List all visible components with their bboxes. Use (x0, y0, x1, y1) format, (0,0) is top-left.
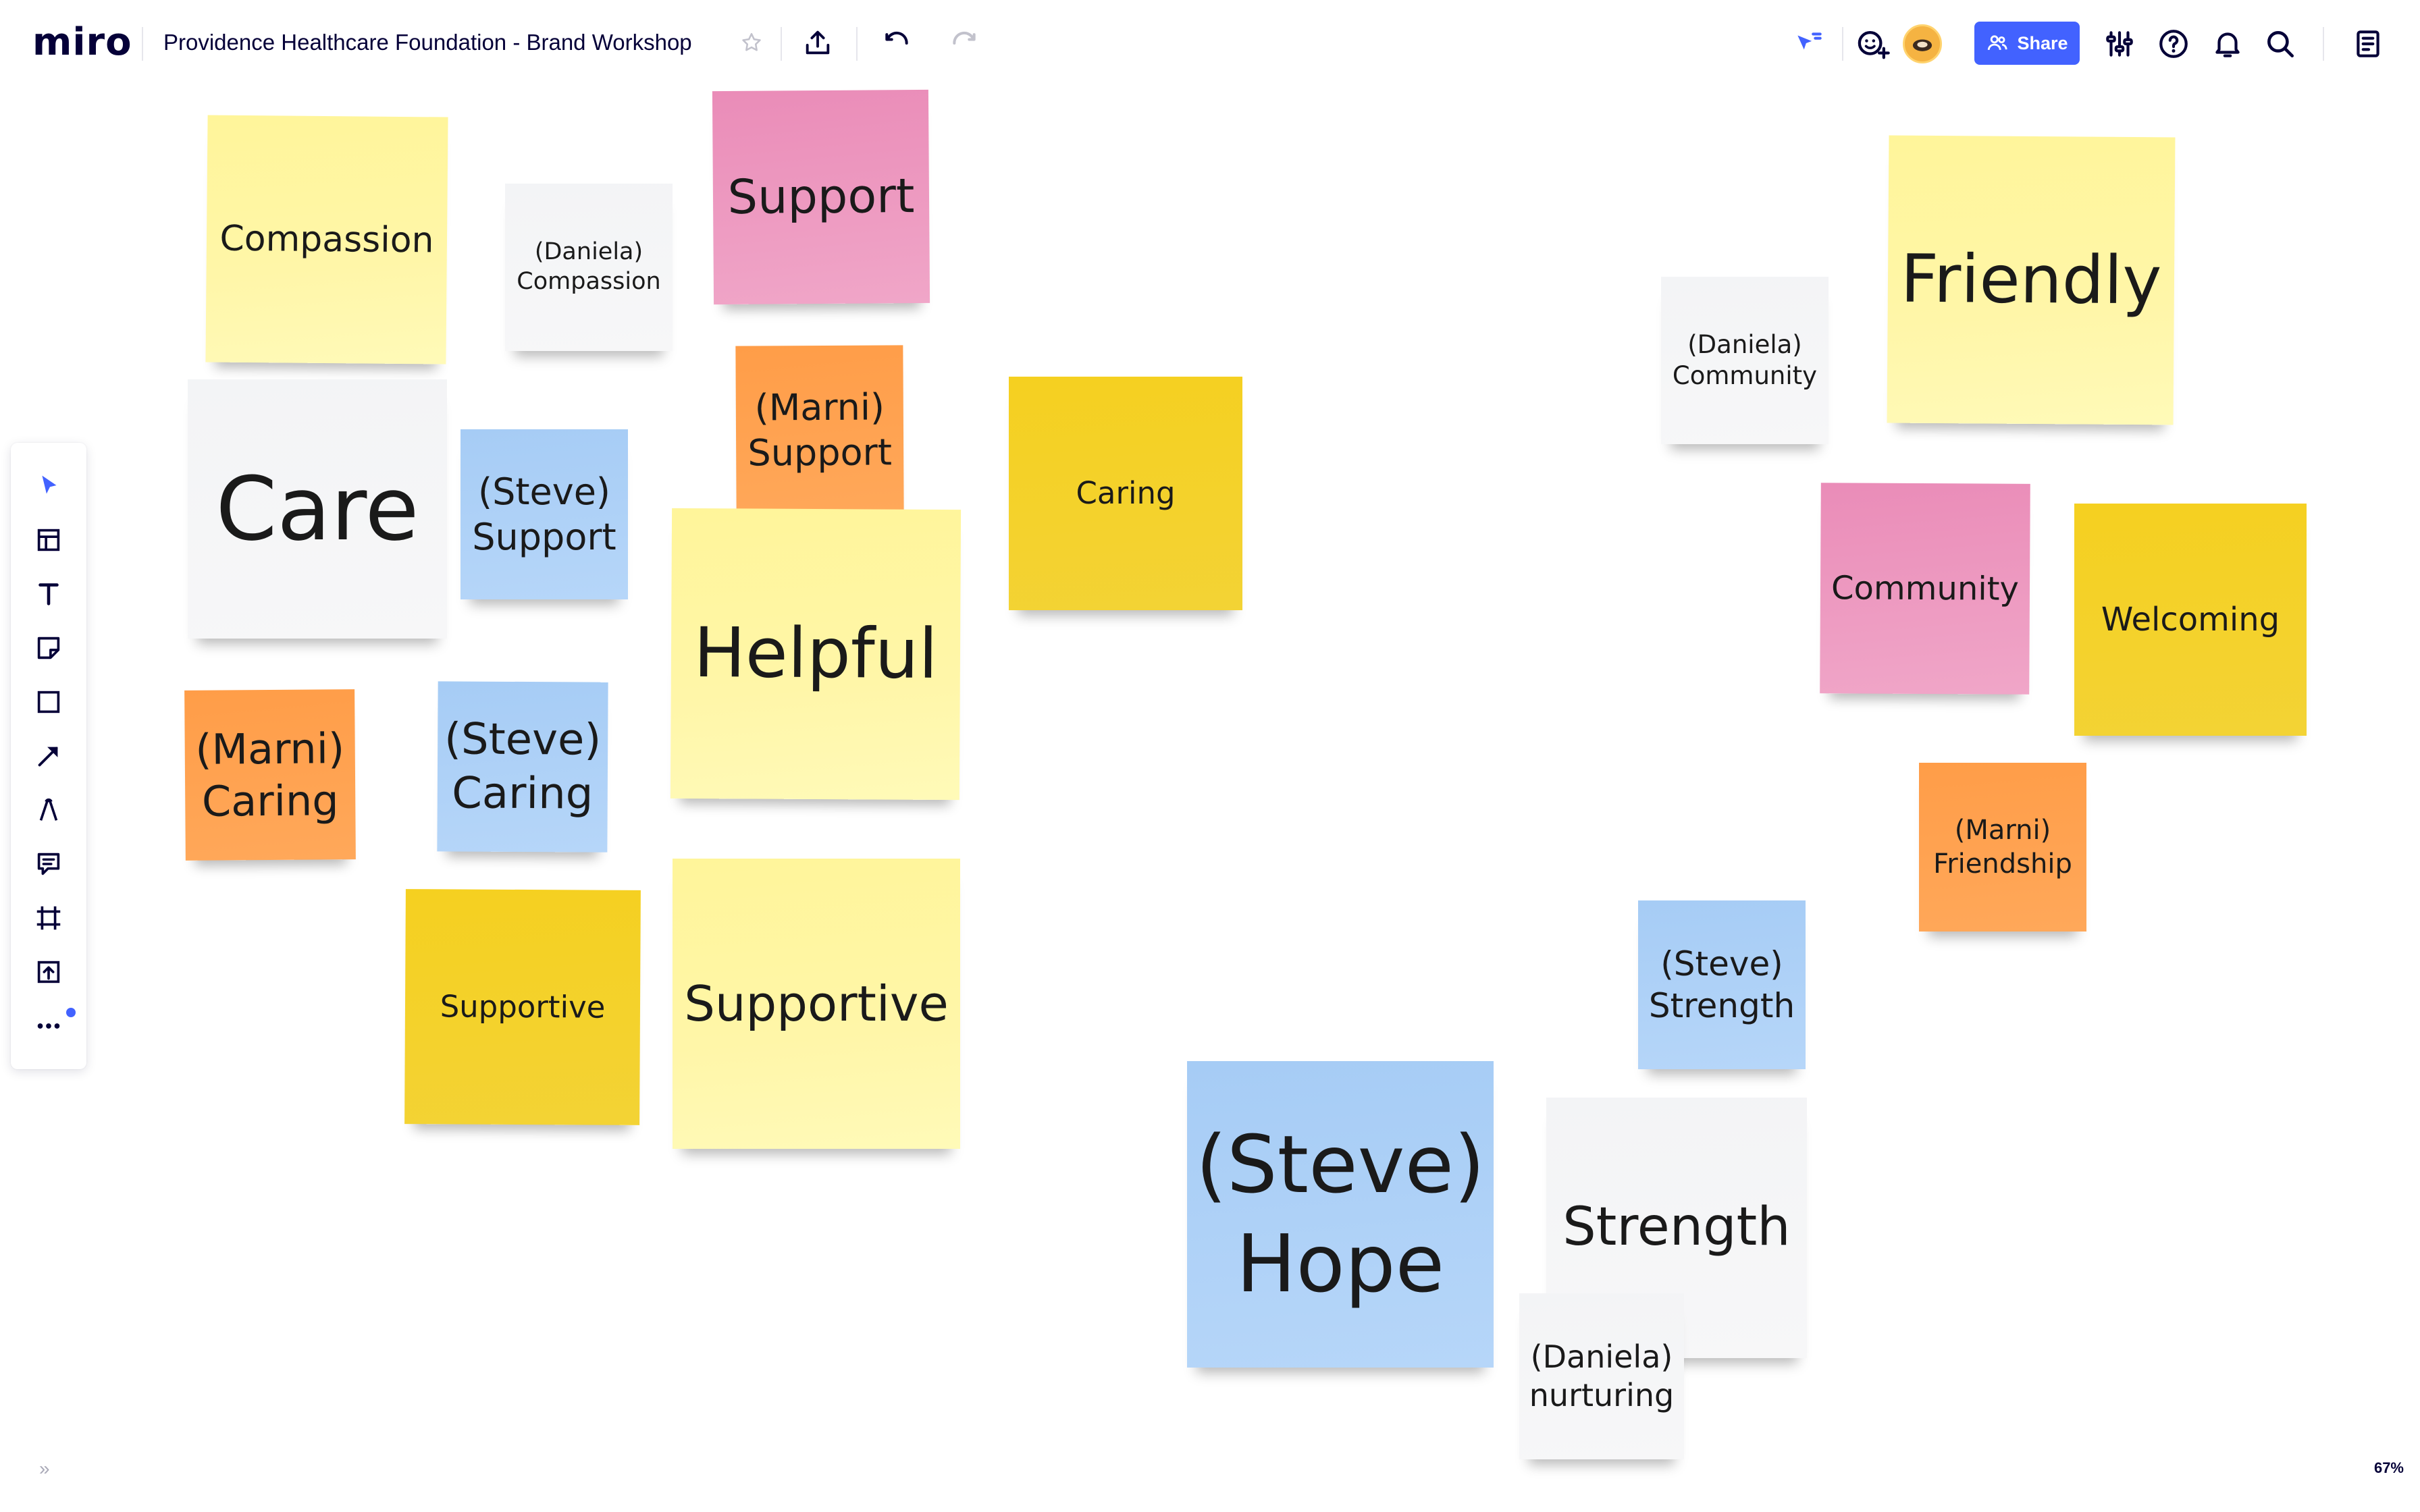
left-toolbar (11, 443, 86, 1069)
avatar[interactable] (1903, 24, 1942, 63)
sticky-note-welcoming[interactable]: Welcoming (2074, 504, 2307, 736)
cursor-follow-icon[interactable] (1792, 27, 1826, 61)
sticky-note-tool-icon[interactable] (32, 632, 65, 664)
sticky-note-compassion[interactable]: Compassion (205, 115, 448, 364)
select-tool-icon[interactable] (32, 470, 65, 502)
shape-tool-icon[interactable] (32, 686, 65, 718)
divider (2323, 27, 2324, 61)
share-button[interactable]: Share (1974, 22, 2080, 65)
sticky-note-supportive-light[interactable]: Supportive (673, 859, 960, 1149)
add-reaction-icon[interactable] (1854, 26, 1891, 62)
comment-tool-icon[interactable] (32, 848, 65, 880)
board-title[interactable]: Providence Healthcare Foundation - Brand… (163, 30, 692, 55)
sticky-note-marni-friendship[interactable]: (Marni) Friendship (1919, 763, 2086, 932)
star-icon[interactable] (740, 31, 763, 54)
more-tools-icon[interactable] (32, 1010, 65, 1042)
redo-icon[interactable] (949, 28, 979, 58)
miro-logo[interactable]: miro (32, 20, 132, 64)
text-tool-icon[interactable] (32, 578, 65, 610)
divider (856, 27, 858, 61)
upload-tool-icon[interactable] (32, 956, 65, 988)
sticky-note-daniela-community[interactable]: (Daniela) Community (1661, 277, 1829, 444)
sticky-note-steve-caring[interactable]: (Steve) Caring (437, 681, 608, 853)
sticky-note-supportive-yellow[interactable]: Supportive (404, 889, 641, 1125)
search-icon[interactable] (2263, 27, 2297, 61)
sticky-note-helpful[interactable]: Helpful (670, 508, 962, 801)
bell-icon[interactable] (2211, 27, 2244, 61)
sticky-note-steve-strength[interactable]: (Steve) Strength (1638, 900, 1806, 1069)
divider (1842, 27, 1843, 61)
sticky-note-daniela-nurturing[interactable]: (Daniela) nurturing (1519, 1293, 1684, 1459)
sticky-note-marni-support[interactable]: (Marni) Support (735, 345, 904, 515)
divider (781, 27, 782, 61)
help-icon[interactable] (2157, 27, 2190, 61)
zoom-level[interactable]: 67% (2374, 1459, 2404, 1477)
top-bar: miro Providence Healthcare Foundation - … (0, 0, 2420, 88)
sticky-note-friendly[interactable]: Friendly (1887, 135, 2176, 425)
notes-icon[interactable] (2351, 27, 2385, 61)
upload-icon[interactable] (802, 27, 833, 58)
notification-dot (66, 1008, 76, 1017)
templates-tool-icon[interactable] (32, 524, 65, 556)
sticky-note-care[interactable]: Care (188, 379, 447, 639)
expand-panel-icon[interactable]: » (39, 1458, 50, 1480)
frame-tool-icon[interactable] (32, 902, 65, 934)
sticky-note-daniela-compassion[interactable]: (Daniela) Compassion (505, 184, 673, 351)
settings-sliders-icon[interactable] (2103, 27, 2136, 61)
arrow-tool-icon[interactable] (32, 740, 65, 772)
divider (142, 27, 143, 61)
sticky-note-caring[interactable]: Caring (1009, 377, 1242, 610)
sticky-note-marni-caring[interactable]: (Marni) Caring (184, 689, 356, 861)
sticky-note-support[interactable]: Support (712, 89, 930, 305)
sticky-note-community[interactable]: Community (1820, 483, 2030, 695)
users-icon (1988, 35, 2008, 51)
sticky-note-steve-hope[interactable]: (Steve) Hope (1187, 1061, 1494, 1368)
pen-tool-icon[interactable] (32, 794, 65, 826)
sticky-note-steve-support[interactable]: (Steve) Support (461, 429, 628, 599)
share-label: Share (2017, 32, 2068, 53)
undo-icon[interactable] (882, 28, 912, 58)
